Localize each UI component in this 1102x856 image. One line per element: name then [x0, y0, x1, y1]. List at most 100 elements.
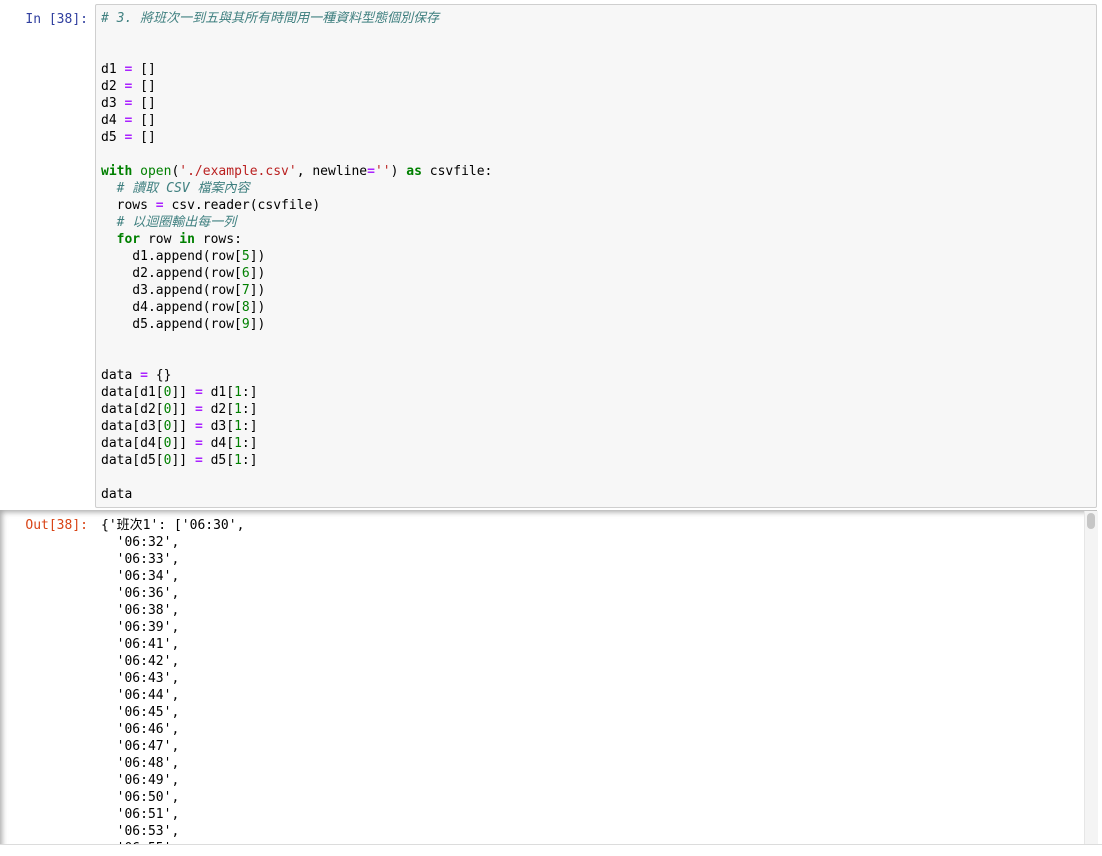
code-token: csvfile:	[421, 164, 493, 179]
code-token: , newline	[296, 164, 368, 179]
code-token: ])	[249, 300, 266, 315]
code-line: data = {}	[101, 367, 492, 384]
code-line: # 3. 將班次一到五與其所有時間用一種資料型態個別保存	[101, 10, 492, 27]
code-token: d4.append(row[	[101, 300, 242, 315]
output-line: '06:49',	[101, 773, 180, 788]
code-line: with open('./example.csv', newline='') a…	[101, 163, 492, 180]
code-token: data[d5[	[101, 453, 164, 468]
code-token: d1.append(row[	[101, 249, 242, 264]
code-line: data[d4[0]] = d4[1:]	[101, 435, 492, 452]
code-token: []	[132, 130, 156, 145]
code-token: data[d1[	[101, 385, 164, 400]
code-token: open	[140, 164, 172, 179]
output-line: '06:48',	[101, 756, 180, 771]
code-token: []	[132, 79, 156, 94]
output-text: {'班次1': ['06:30', '06:32', '06:33', '06:…	[101, 517, 244, 850]
code-token: 1	[234, 436, 242, 451]
code-token: 6	[241, 266, 250, 281]
code-token: rows	[101, 198, 156, 213]
output-line: '06:53',	[101, 824, 180, 839]
output-line: '06:51',	[101, 807, 180, 822]
code-token: csv.reader(csvfile)	[163, 198, 321, 213]
output-line: '06:39',	[101, 620, 180, 635]
output-line: '06:44',	[101, 688, 180, 703]
code-token: # 以迴圈輸出每一列	[116, 215, 237, 230]
code-line: d1 = []	[101, 61, 492, 78]
output-line: '06:38',	[101, 603, 180, 618]
code-token: d3	[101, 96, 125, 111]
code-token: {}	[147, 368, 172, 383]
code-token: :]	[241, 419, 258, 434]
code-token: './example.csv'	[179, 164, 297, 179]
code-token: # 3. 將班次一到五與其所有時間用一種資料型態個別保存	[101, 11, 440, 26]
code-token: in	[179, 232, 195, 247]
code-line: # 以迴圈輸出每一列	[101, 214, 492, 231]
output-line: '06:43',	[101, 671, 180, 686]
code-token: 5	[241, 249, 250, 264]
output-line: '06:32',	[101, 535, 180, 550]
code-token: # 讀取 CSV 檔案內容	[116, 181, 250, 196]
code-line: for row in rows:	[101, 231, 492, 248]
code-token: data[d3[	[101, 419, 164, 434]
code-token: d5.append(row[	[101, 317, 242, 332]
code-editor-text[interactable]: # 3. 將班次一到五與其所有時間用一種資料型態個別保存 d1 = [] d2 = …	[101, 10, 492, 503]
code-token: ]]	[171, 453, 195, 468]
code-line: d3.append(row[7])	[101, 282, 492, 299]
code-token: []	[132, 62, 156, 77]
code-token: d2	[101, 79, 125, 94]
code-token: :]	[241, 385, 258, 400]
code-token: ])	[249, 317, 266, 332]
code-token: []	[132, 96, 156, 111]
code-line: data[d2[0]] = d2[1:]	[101, 401, 492, 418]
output-scrollbar[interactable]	[1084, 511, 1098, 844]
code-line: data[d1[0]] = d1[1:]	[101, 384, 492, 401]
code-token: 9	[241, 317, 250, 332]
code-token: ]]	[171, 436, 195, 451]
code-line: d4.append(row[8])	[101, 299, 492, 316]
code-token: ])	[249, 283, 266, 298]
code-line: data[d3[0]] = d3[1:]	[101, 418, 492, 435]
code-token: =	[194, 419, 203, 434]
code-token: 1	[234, 385, 242, 400]
code-token: ]]	[171, 419, 195, 434]
code-token: d2[	[202, 402, 235, 417]
code-token: =	[194, 385, 203, 400]
code-token: 8	[241, 300, 250, 315]
code-token: d4[	[202, 436, 235, 451]
code-line: d4 = []	[101, 112, 492, 129]
code-token: d5	[101, 130, 125, 145]
code-token: =	[155, 198, 164, 213]
code-token: data	[101, 487, 133, 502]
output-scrollbar-thumb[interactable]	[1087, 513, 1095, 529]
code-token: as	[406, 164, 422, 179]
code-token: ''	[374, 164, 391, 179]
code-token: d1	[101, 62, 125, 77]
code-token: d4	[101, 113, 125, 128]
code-token: rows:	[194, 232, 242, 247]
output-prompt: Out[38]:	[25, 518, 88, 533]
code-token: :]	[241, 402, 258, 417]
code-token: 1	[234, 419, 242, 434]
code-line: d3 = []	[101, 95, 492, 112]
output-line: '06:50',	[101, 790, 180, 805]
code-token: ]]	[171, 402, 195, 417]
output-line: '06:42',	[101, 654, 180, 669]
output-area[interactable]: {'班次1': ['06:30', '06:32', '06:33', '06:…	[0, 510, 1097, 850]
code-token: d1[	[202, 385, 235, 400]
output-line: '06:47',	[101, 739, 180, 754]
output-line: '06:36',	[101, 586, 180, 601]
code-line: d2 = []	[101, 78, 492, 95]
input-prompt: In [38]:	[25, 12, 88, 27]
code-token: data[d2[	[101, 402, 164, 417]
code-cell-editor[interactable]: # 3. 將班次一到五與其所有時間用一種資料型態個別保存 d1 = [] d2 = …	[95, 4, 1097, 508]
code-token: []	[132, 113, 156, 128]
code-token: data	[101, 368, 141, 383]
code-token: d3[	[202, 419, 235, 434]
